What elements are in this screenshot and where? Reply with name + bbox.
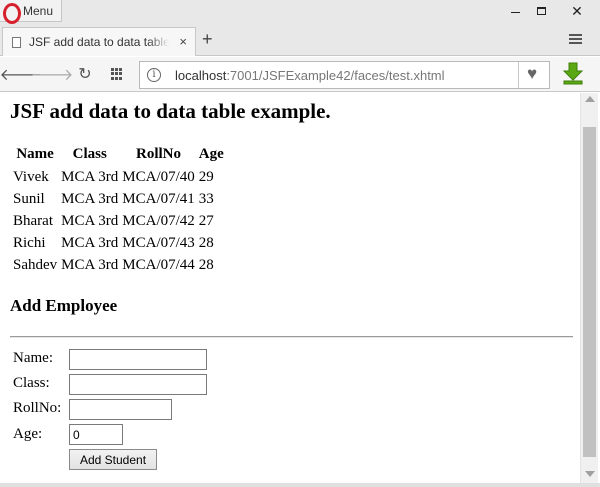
- table-row: Vivek MCA 3rd MCA/07/40 29: [11, 166, 226, 188]
- cell-age: 28: [198, 256, 214, 273]
- table-row: Sahdev MCA 3rd MCA/07/44 28: [11, 254, 226, 276]
- cell-rollno: MCA/07/40: [122, 168, 195, 185]
- age-input[interactable]: [69, 424, 123, 445]
- page-icon: [12, 36, 21, 48]
- close-icon: ✕: [571, 2, 583, 19]
- opera-logo-icon: [2, 2, 21, 24]
- tab-title: JSF add data to data table example.: [29, 35, 169, 49]
- address-bar[interactable]: i localhost:7001/JSFExample42/faces/test…: [139, 61, 550, 89]
- download-icon[interactable]: [562, 61, 584, 85]
- address-bar-divider: [518, 62, 519, 88]
- page-title: JSF add data to data table example.: [10, 99, 331, 123]
- heart-icon[interactable]: ♥: [527, 64, 537, 84]
- class-input[interactable]: [69, 374, 207, 395]
- table-row: Sunil MCA 3rd MCA/07/41 33: [11, 188, 226, 210]
- vertical-scrollbar[interactable]: [580, 93, 598, 483]
- name-input[interactable]: [69, 349, 207, 370]
- cell-rollno: MCA/07/42: [122, 212, 195, 229]
- student-table: Name Class RollNo Age Vivek MCA 3rd MCA/…: [11, 145, 226, 276]
- maximize-icon: [536, 7, 546, 15]
- tab-bar: JSF add data to data table example. × +: [0, 24, 600, 56]
- column-header: Name: [16, 146, 54, 162]
- cell-name: Bharat: [13, 212, 53, 229]
- section-divider: [10, 336, 573, 338]
- window-bottom-edge: [0, 483, 600, 487]
- grid-icon: [111, 68, 123, 80]
- menu-label: Menu: [23, 3, 54, 18]
- cell-class: MCA 3rd: [61, 168, 119, 185]
- forward-button[interactable]: 🡒: [31, 63, 74, 85]
- cell-age: 33: [198, 190, 214, 207]
- cell-rollno: MCA/07/43: [122, 234, 195, 251]
- column-header: RollNo: [136, 146, 182, 162]
- cell-class: MCA 3rd: [61, 234, 119, 251]
- url-host: localhost: [175, 68, 227, 83]
- table-header-row: Name Class RollNo Age: [11, 145, 226, 166]
- cell-age: 28: [198, 234, 214, 251]
- table-row: Bharat MCA 3rd MCA/07/42 27: [11, 210, 226, 232]
- url-path: :7001/JSFExample42/faces/test.xhtml: [226, 68, 445, 83]
- tab-menu-icon[interactable]: [569, 34, 582, 46]
- reload-icon: ↻: [78, 66, 92, 83]
- rollno-input[interactable]: [69, 399, 172, 420]
- tab-active[interactable]: JSF add data to data table example. ×: [2, 27, 196, 56]
- class-label: Class:: [13, 375, 50, 391]
- cell-name: Sunil: [13, 190, 45, 207]
- add-employee-heading: Add Employee: [10, 296, 118, 315]
- close-window-button[interactable]: ✕: [562, 0, 592, 22]
- cell-rollno: MCA/07/44: [122, 256, 195, 273]
- cell-class: MCA 3rd: [61, 256, 119, 273]
- column-header: Class: [72, 146, 107, 162]
- scrollbar-thumb[interactable]: [583, 127, 596, 457]
- cell-class: MCA 3rd: [61, 212, 119, 229]
- tab-close-icon[interactable]: ×: [179, 34, 187, 49]
- cell-class: MCA 3rd: [61, 190, 119, 207]
- cell-age: 27: [198, 212, 214, 229]
- table-row: Richi MCA 3rd MCA/07/43 28: [11, 232, 226, 254]
- page-content: JSF add data to data table example. Name…: [0, 93, 580, 483]
- age-label: Age:: [13, 426, 43, 442]
- add-student-button[interactable]: Add Student: [69, 449, 157, 470]
- url-text[interactable]: localhost:7001/JSFExample42/faces/test.x…: [175, 68, 445, 83]
- reload-button[interactable]: ↻: [74, 63, 96, 85]
- site-info-icon[interactable]: i: [147, 68, 161, 82]
- maximize-button[interactable]: [526, 0, 556, 22]
- cell-name: Sahdev: [13, 256, 58, 273]
- back-button[interactable]: 🡐: [0, 63, 42, 85]
- cell-rollno: MCA/07/41: [122, 190, 195, 207]
- cell-name: Vivek: [13, 168, 49, 185]
- opera-menu-button[interactable]: Menu: [0, 0, 62, 24]
- cell-age: 29: [198, 168, 214, 185]
- window-title-bar: Menu ✕: [0, 0, 600, 24]
- navigation-bar: 🡐 🡒 ↻ i localhost:7001/JSFExample42/face…: [0, 57, 600, 92]
- arrow-right-icon: 🡒: [30, 66, 74, 84]
- new-tab-icon[interactable]: +: [202, 29, 213, 50]
- speed-dial-button[interactable]: [106, 63, 128, 85]
- cell-name: Richi: [13, 234, 46, 251]
- scroll-up-icon[interactable]: [585, 96, 595, 102]
- name-label: Name:: [13, 350, 53, 366]
- column-header: Age: [198, 146, 224, 162]
- minimize-icon: [510, 11, 520, 13]
- rollno-label: RollNo:: [13, 400, 62, 416]
- scroll-down-icon[interactable]: [585, 471, 595, 477]
